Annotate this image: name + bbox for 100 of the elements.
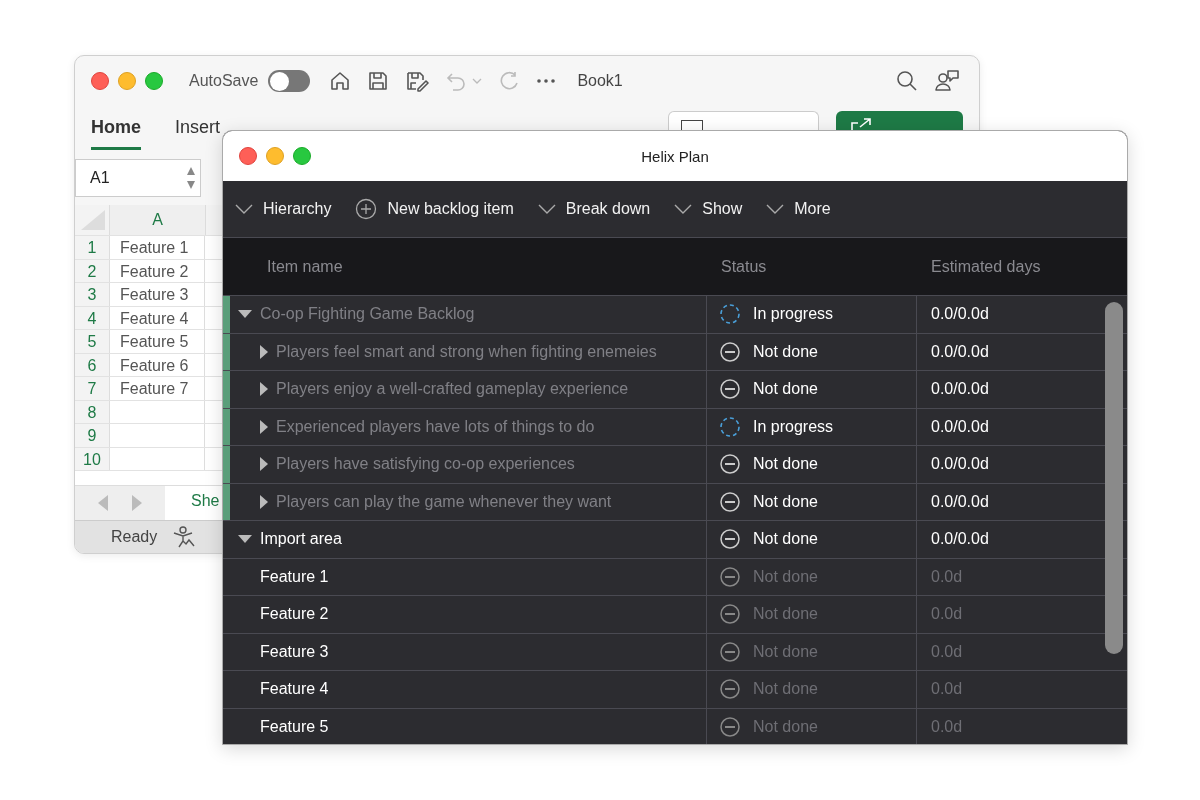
row-number[interactable]: 1 (75, 236, 110, 259)
scrollbar[interactable] (1105, 302, 1123, 654)
table-cell: Feature 3 (110, 283, 205, 306)
search-icon[interactable] (896, 70, 918, 92)
chevron-down-icon (674, 204, 693, 214)
estimate-text: 0.0d (931, 717, 963, 736)
comments-button[interactable] (668, 111, 819, 131)
chevron-down-icon (766, 204, 785, 214)
row-number[interactable]: 10 (75, 447, 110, 470)
caret-right-icon[interactable] (260, 344, 268, 359)
item-name: Import area (260, 530, 342, 549)
status-text: Not done (753, 567, 818, 586)
table-row[interactable]: Feature 4 Not done 0.0d (223, 671, 1127, 709)
estimate-text: 0.0d (931, 567, 963, 586)
estimate-text: 0.0/0.0d (931, 305, 989, 324)
column-header[interactable]: Estimated days (917, 238, 1041, 295)
share-button[interactable] (836, 111, 963, 131)
estimate-text: 0.0/0.0d (931, 342, 989, 361)
ribbon-tab[interactable]: Home (91, 111, 141, 150)
window-title: Book1 (577, 72, 623, 90)
toolbar-button[interactable]: Show (674, 200, 743, 218)
status-text: Not done (753, 642, 818, 661)
row-number[interactable]: 6 (75, 353, 110, 376)
estimate-text: 0.0/0.0d (931, 492, 989, 511)
people-icon[interactable] (934, 69, 960, 93)
autosave-label: AutoSave (189, 72, 259, 90)
status-text: Not done (753, 530, 818, 549)
row-number[interactable]: 8 (75, 400, 110, 423)
table-cell: Feature 7 (110, 377, 205, 400)
sheet-tab[interactable]: She (165, 486, 222, 520)
caret-right-icon[interactable] (260, 457, 268, 472)
estimate-text: 0.0/0.0d (931, 380, 989, 399)
column-header[interactable]: A (110, 205, 206, 235)
autosave-toggle[interactable] (268, 70, 311, 92)
more-icon[interactable] (536, 78, 557, 84)
table-cell: Feature 6 (110, 353, 205, 376)
close-button[interactable] (91, 72, 109, 90)
status-text: Ready (111, 528, 158, 546)
status-text: Not done (753, 492, 818, 511)
stepper-icon[interactable] (186, 165, 196, 191)
item-name: Players enjoy a well-crafted gameplay experience (276, 380, 629, 399)
item-name: Feature 4 (260, 680, 329, 699)
chevron-down-icon (537, 204, 556, 214)
caret-right-icon[interactable] (260, 419, 268, 434)
row-number[interactable]: 3 (75, 283, 110, 306)
item-name: Feature 5 (260, 717, 329, 736)
save-icon[interactable] (367, 70, 390, 92)
zoom-button[interactable] (145, 72, 163, 90)
caret-down-icon[interactable] (238, 310, 252, 319)
estimate-text: 0.0d (931, 680, 963, 699)
item-name: Players have satisfying co-op experiences (276, 455, 575, 474)
toolbar-button[interactable]: New backlog item (355, 198, 514, 220)
minimize-button[interactable] (118, 72, 136, 90)
toolbar-button[interactable]: Hierarchy (235, 200, 332, 218)
home-icon[interactable] (329, 70, 352, 92)
item-name: Feature 3 (260, 642, 329, 661)
table-cell: Feature 1 (110, 236, 205, 259)
chevron-down-icon (235, 204, 253, 214)
close-button[interactable] (239, 147, 257, 165)
name-box[interactable]: A1 (75, 159, 201, 197)
item-name: Feature 2 (260, 605, 329, 624)
item-name: Feature 1 (260, 567, 329, 586)
column-header[interactable]: Item name (223, 238, 707, 295)
status-text: Not done (753, 380, 818, 399)
row-number[interactable]: 5 (75, 330, 110, 353)
save-as-icon[interactable] (405, 70, 430, 92)
estimate-text: 0.0d (931, 642, 963, 661)
estimate-text: 0.0/0.0d (931, 417, 989, 436)
caret-right-icon[interactable] (260, 382, 268, 397)
item-name: Players can play the game whenever they want (276, 492, 612, 511)
ribbon-tab[interactable]: Insert (175, 111, 221, 150)
status-text: Not done (753, 605, 818, 624)
status-text: In progress (753, 305, 834, 324)
status-text: Not done (753, 717, 818, 736)
estimate-text: 0.0d (931, 605, 963, 624)
column-header[interactable]: Status (707, 238, 917, 295)
caret-down-icon[interactable] (238, 535, 252, 544)
estimate-text: 0.0/0.0d (931, 455, 989, 474)
table-row[interactable]: Feature 5 Not done 0.0d (223, 708, 1127, 744)
minimize-button[interactable] (266, 147, 284, 165)
window-title: Helix Plan (641, 147, 709, 165)
row-number[interactable]: 4 (75, 306, 110, 329)
status-text: In progress (753, 417, 834, 436)
toolbar-button[interactable]: Break down (537, 200, 651, 218)
zoom-button[interactable] (293, 147, 311, 165)
status-text: Not done (753, 455, 818, 474)
table-cell: Feature 2 (110, 259, 205, 282)
item-name: Co-op Fighting Game Backlog (260, 305, 475, 324)
table-cell: Feature 4 (110, 306, 205, 329)
row-number[interactable]: 7 (75, 377, 110, 400)
status-text: Not done (753, 342, 818, 361)
toolbar-button[interactable]: More (766, 200, 831, 218)
plus-circle-icon (355, 198, 378, 220)
row-number[interactable]: 9 (75, 424, 110, 447)
estimate-text: 0.0/0.0d (931, 530, 989, 549)
table-cell: Feature 5 (110, 330, 205, 353)
status-text: Not done (753, 680, 818, 699)
caret-right-icon[interactable] (260, 494, 268, 509)
row-number[interactable]: 2 (75, 259, 110, 282)
item-name: Players feel smart and strong when fighting enemeies (276, 342, 657, 361)
